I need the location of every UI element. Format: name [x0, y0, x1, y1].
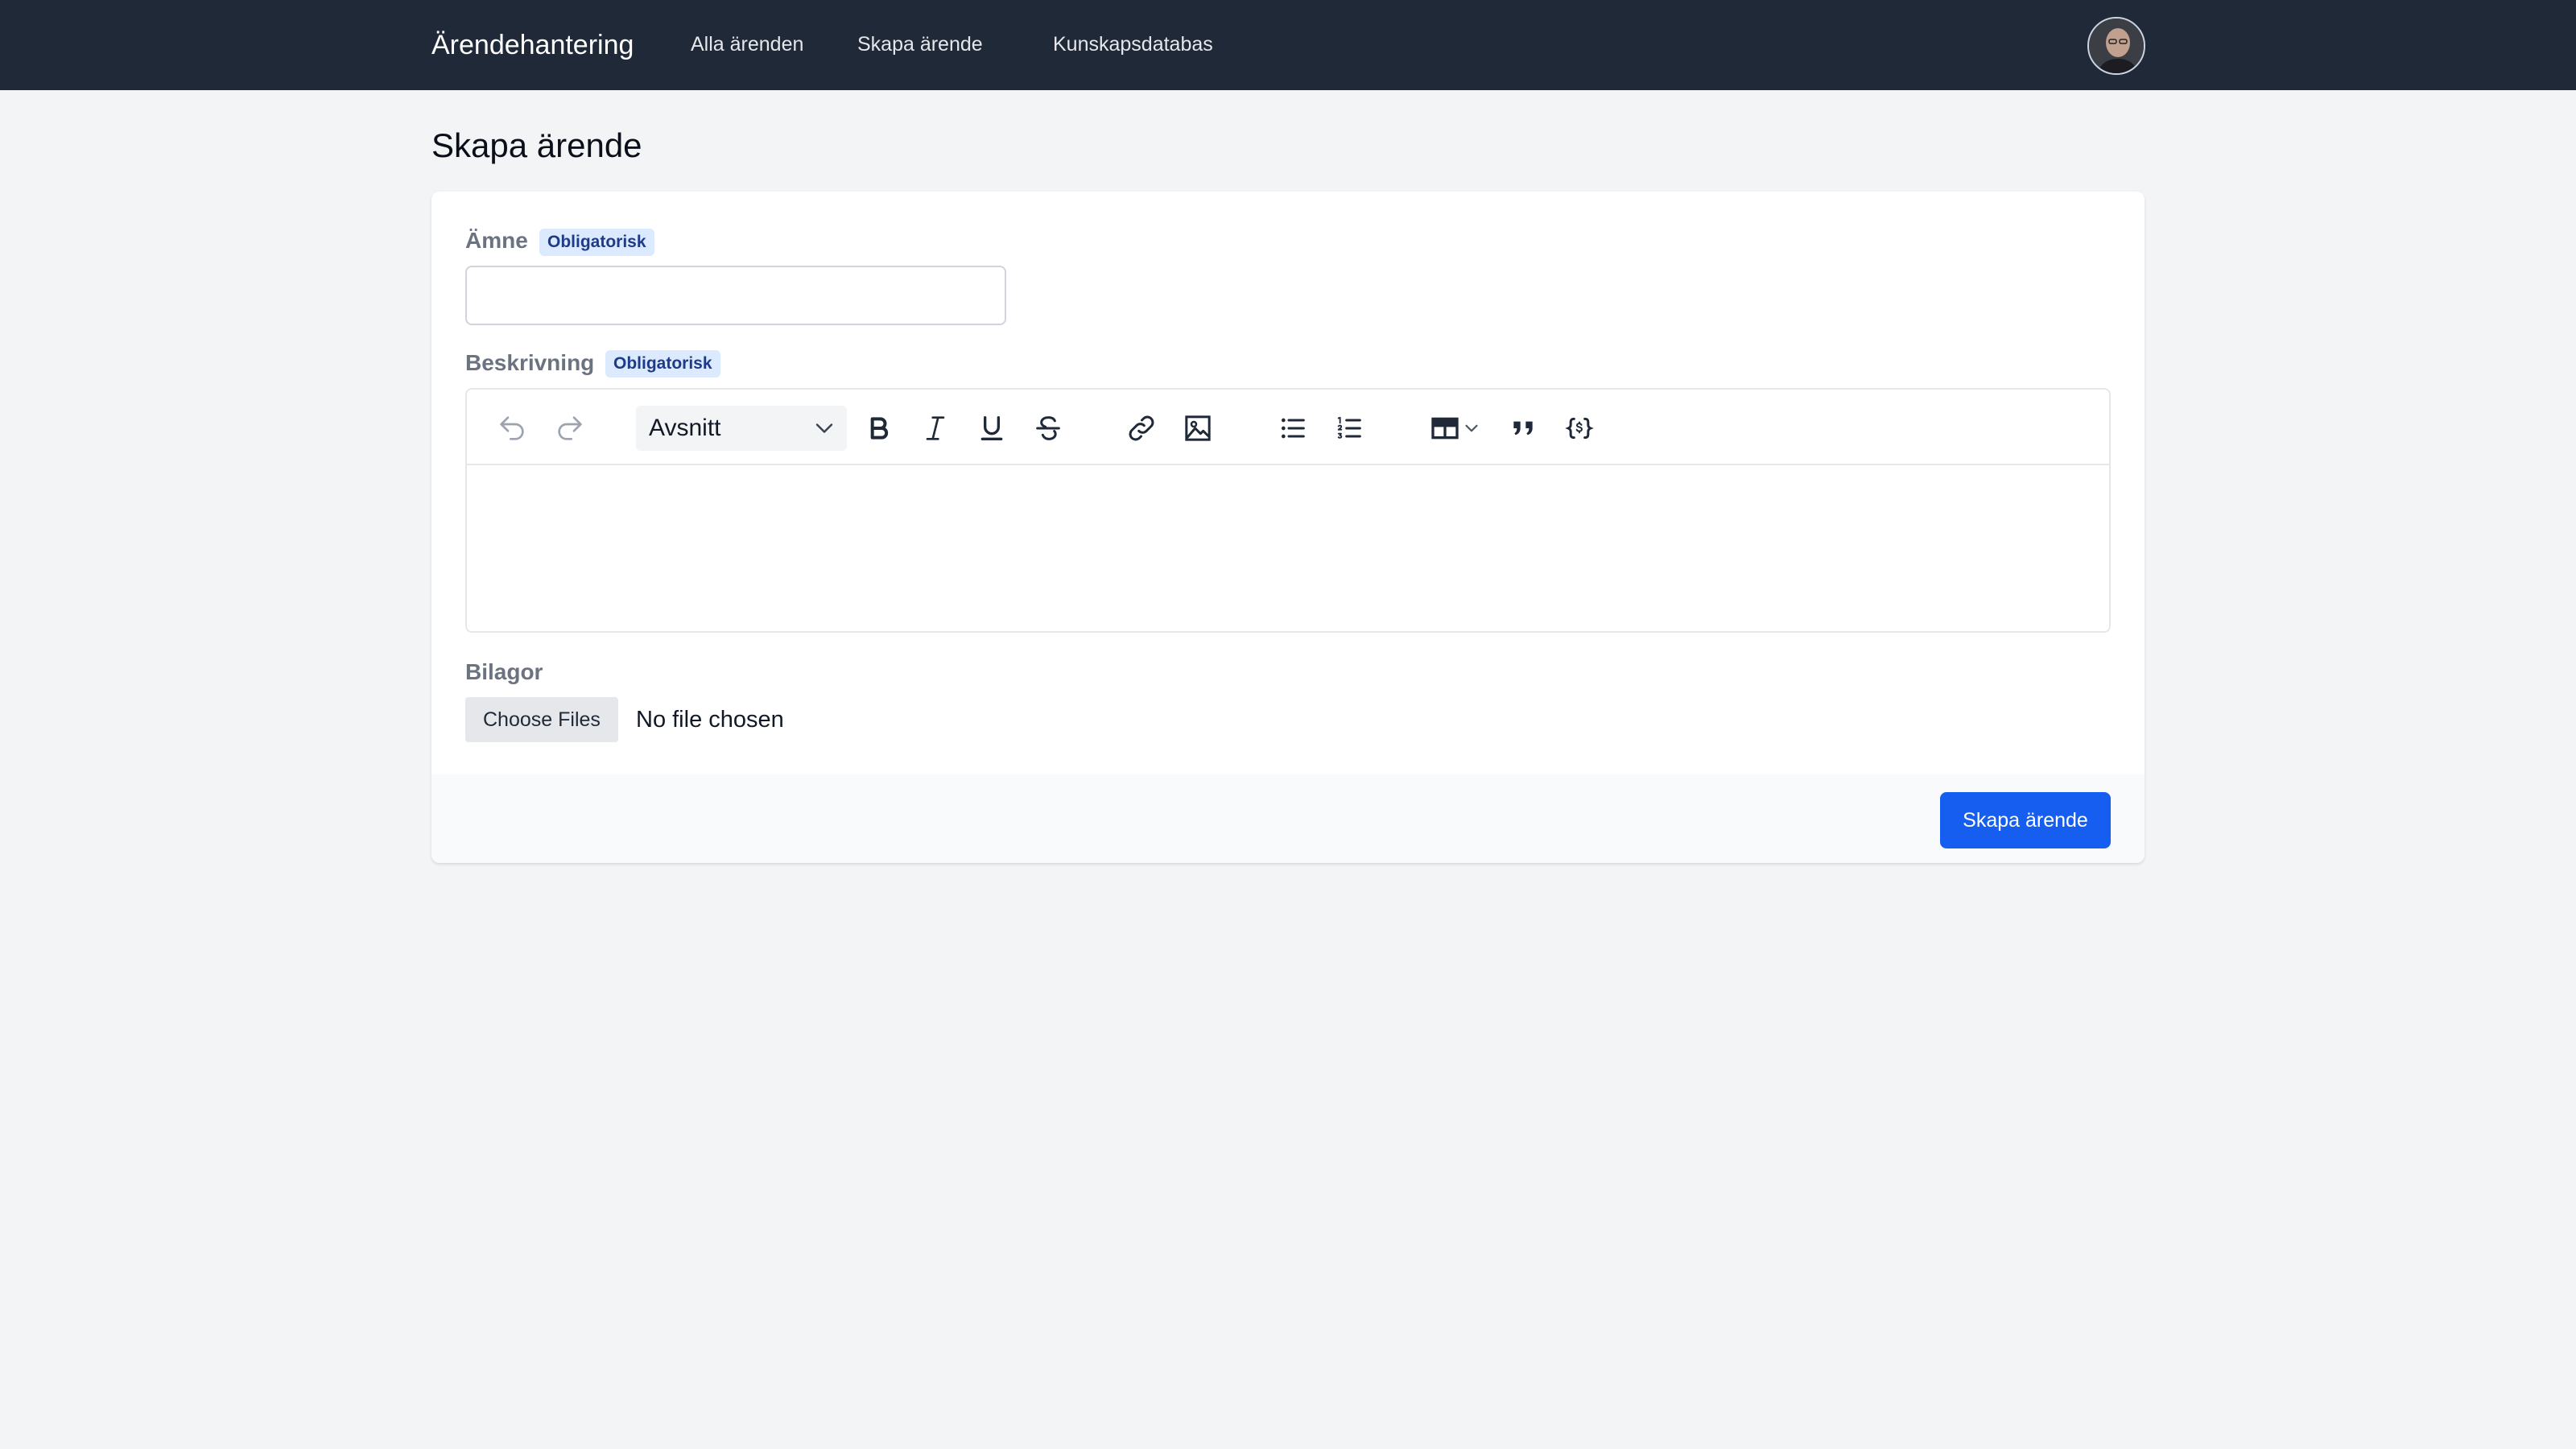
- editor-toolbar: Avsnitt: [467, 390, 2109, 465]
- nav-link-knowledge-base[interactable]: Kunskapsdatabas: [1053, 31, 1213, 58]
- image-icon: [1185, 415, 1211, 441]
- table-icon: [1431, 417, 1459, 440]
- app-brand[interactable]: Ärendehantering: [431, 26, 634, 64]
- subject-input[interactable]: [465, 266, 1006, 325]
- subject-required-badge: Obligatorisk: [539, 229, 654, 256]
- nav-link-create-ticket[interactable]: Skapa ärende: [857, 31, 983, 58]
- description-label: Beskrivning: [465, 350, 595, 375]
- description-required-badge: Obligatorisk: [605, 350, 720, 378]
- link-icon: [1129, 415, 1154, 441]
- chevron-down-icon: [1465, 424, 1478, 432]
- table-button[interactable]: [1422, 407, 1489, 449]
- redo-button[interactable]: [549, 407, 591, 449]
- rich-text-editor: Avsnitt: [465, 388, 2111, 633]
- choose-files-button[interactable]: Choose Files: [465, 697, 618, 742]
- undo-icon: [500, 416, 524, 440]
- create-ticket-form: Ämne Obligatorisk Beskrivning Obligatori…: [431, 192, 2145, 863]
- link-button[interactable]: [1121, 407, 1162, 449]
- underline-button[interactable]: [971, 407, 1013, 449]
- strikethrough-icon: [1036, 416, 1060, 440]
- code-block-button[interactable]: [1558, 407, 1600, 449]
- top-navigation-bar: Ärendehantering Alla ärenden Skapa ärend…: [0, 0, 2576, 90]
- bold-button[interactable]: [858, 407, 900, 449]
- file-status-text: No file chosen: [636, 707, 784, 733]
- numbered-list-icon: [1337, 416, 1361, 439]
- submit-create-ticket-button[interactable]: Skapa ärende: [1940, 792, 2111, 848]
- chevron-down-icon: [815, 423, 833, 433]
- user-avatar[interactable]: [2087, 17, 2145, 75]
- redo-icon: [558, 416, 582, 440]
- code-block-icon: [1565, 417, 1594, 440]
- form-footer: Skapa ärende: [431, 774, 2145, 863]
- quote-button[interactable]: [1502, 407, 1544, 449]
- quote-icon: [1513, 421, 1533, 436]
- nav-link-all-tickets[interactable]: Alla ärenden: [691, 31, 803, 58]
- undo-button[interactable]: [491, 407, 533, 449]
- subject-label: Ämne: [465, 228, 528, 253]
- block-style-value: Avsnitt: [649, 415, 721, 441]
- numbered-list-button[interactable]: [1328, 407, 1370, 449]
- bold-icon: [870, 417, 889, 440]
- bulleted-list-icon: [1282, 418, 1305, 439]
- image-button[interactable]: [1177, 407, 1219, 449]
- bulleted-list-button[interactable]: [1272, 407, 1314, 449]
- italic-icon: [926, 416, 945, 440]
- block-style-select[interactable]: Avsnitt: [636, 406, 847, 451]
- description-editor-content[interactable]: [467, 465, 2109, 631]
- underline-icon: [980, 416, 1003, 440]
- italic-button[interactable]: [914, 407, 956, 449]
- page-title: Skapa ärende: [431, 126, 642, 164]
- attachments-label: Bilagor: [465, 659, 543, 684]
- strikethrough-button[interactable]: [1027, 407, 1069, 449]
